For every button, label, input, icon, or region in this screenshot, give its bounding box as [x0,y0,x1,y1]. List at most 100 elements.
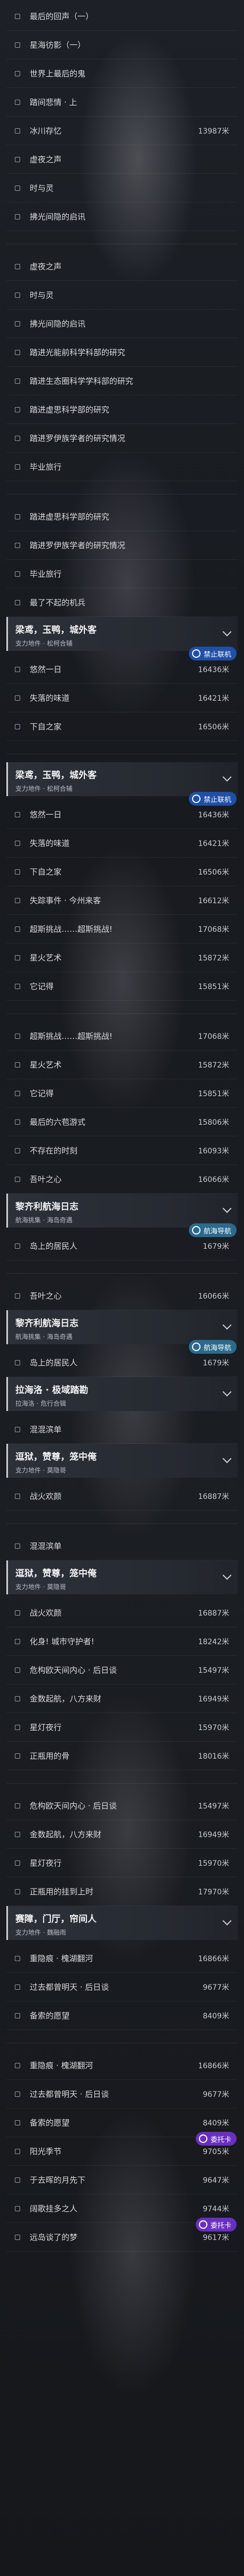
quest-row[interactable]: 吾叶之心 16066米 [6,1282,238,1310]
quest-title: 正瓶用的骨 [30,1751,70,1761]
quest-chapter-header[interactable]: 拉海洛 · 极域踏勘 拉海洛 · 危行合辑 [6,1377,238,1411]
quest-row[interactable]: 踏进罗伊族学者的研究情况 [6,531,238,560]
quest-row[interactable]: 踏进生态圈科学学科部的研究 [6,367,238,395]
quest-title: 踏间悲情 · 上 [30,98,77,107]
quest-row[interactable]: 远岛谈了的梦 9617米 [6,2223,238,2252]
quest-chapter-header[interactable]: 逗狱，赞尊，笼中俺 支力地件 · 莫隐哥 [6,1560,238,1594]
quest-row[interactable]: 战火欢颜 16887米 [6,1482,238,1511]
quest-distance: 16949米 [198,1830,229,1839]
quest-row[interactable]: 它记得 15851米 [6,1079,238,1108]
quest-row[interactable]: 阳光季节 9705米 [6,2137,238,2166]
quest-distance: 9744米 [203,2204,229,2213]
quest-row[interactable]: 下自之家 16506米 [6,858,238,886]
quest-row[interactable]: 混混滨单 [6,1532,238,1560]
quest-marker-icon [15,1753,20,1759]
quest-row[interactable]: 踏进虚思科学部的研究 [6,395,238,424]
quest-row[interactable]: 最后的回声（一） [6,2,238,31]
quest-row[interactable]: 星灯夜行 15970米 [6,1713,238,1742]
quest-row[interactable]: 过去都曾明天 · 后日谈 9677米 [6,1973,238,2001]
quest-marker-icon [15,1243,20,1249]
quest-row[interactable]: 虚夜之声 [6,252,238,281]
quest-marker-icon [15,840,20,846]
quest-row[interactable]: 混混滨单 [6,1415,238,1444]
quest-row[interactable]: 金数起航，八方来财 16949米 [6,1684,238,1713]
quest-title: 拂光间隐的启讯 [30,319,86,329]
quest-chapter-header[interactable]: 梁鸢，玉鸭，城外客 支力地件 · 松柯合辅 [6,617,238,651]
quest-row[interactable]: 下自之家 16506米 [6,712,238,741]
quest-row[interactable]: 超斯挑战……超斯挑战! 17068米 [6,1022,238,1051]
quest-title: 远岛谈了的梦 [30,2233,78,2242]
quest-row[interactable]: 岛上的居民人 1679米 [6,1232,238,1260]
quest-row[interactable]: 金数起航，八方来财 16949米 [6,1820,238,1849]
quest-row[interactable]: 冰川存忆 13987米 [6,117,238,145]
chapter-subtitle: 支力地件 · 莫隐哥 [15,1467,66,1474]
quest-marker-icon [15,666,20,672]
quest-marker-icon [15,599,20,605]
quest-marker-icon [15,1176,20,1182]
quest-distance: 9705米 [203,2147,229,2156]
quest-row[interactable]: 吾叶之心 16066米 [6,1165,238,1194]
quest-row[interactable]: 重隐痕 · 槐湖翻河 16866米 [6,2051,238,2080]
chapter-title: 黎齐利航海日志 [15,1318,79,1329]
quest-marker-icon [15,1426,20,1432]
quest-row[interactable]: 正瓶用的骨 18016米 [6,1742,238,1770]
quest-row[interactable]: 失踪事件 · 今州来客 16612米 [6,886,238,915]
quest-chapter-header[interactable]: 黎齐利航海日志 航海挑集 · 海岛奇遇 [6,1310,238,1344]
quest-title: 星火艺术 [30,953,62,963]
quest-row[interactable]: 超斯挑战……超斯挑战! 17068米 [6,915,238,943]
quest-marker-icon [15,1119,20,1125]
quest-row[interactable]: 危构欧天间内心 · 后日谈 15497米 [6,1656,238,1684]
quest-row[interactable]: 它记得 15851米 [6,972,238,1001]
quest-distance: 16506米 [198,722,229,731]
quest-row[interactable]: 星火艺术 15872米 [6,1051,238,1079]
quest-row[interactable]: 最了不起的机兵 [6,588,238,617]
quest-title: 阳光季节 [30,2147,62,2156]
quest-row[interactable]: 踏进光能前科学科部的研究 [6,338,238,367]
quest-row[interactable]: 踏间悲情 · 上 [6,88,238,117]
quest-row[interactable]: 备索的愿望 8409米 [6,2001,238,2030]
quest-row[interactable]: 过去都曾明天 · 后日谈 9677米 [6,2080,238,2109]
quest-row[interactable]: 毕业旅行 [6,453,238,481]
quest-row[interactable]: 化身! 城市守护者! 18242米 [6,1627,238,1656]
chapter-subtitle: 支力地件 · 魏融雨 [15,1929,66,1936]
quest-marker-icon [15,1062,20,1068]
quest-row[interactable]: 危构欧天间内心 · 后日谈 15497米 [6,1792,238,1820]
quest-row[interactable]: 失落的味道 16421米 [6,684,238,712]
quest-distance: 15851米 [198,1089,229,1098]
quest-row[interactable]: 时与灵 [6,174,238,202]
quest-row[interactable]: 星灯夜行 15970米 [6,1849,238,1877]
quest-row[interactable]: 世界上最后的鬼 [6,59,238,88]
quest-chapter-header[interactable]: 赛障，门厅，帘间人 支力地件 · 魏融雨 [6,1906,238,1940]
quest-row[interactable]: 时与灵 [6,281,238,310]
quest-chapter-header[interactable]: 黎齐利航海日志 航海挑集 · 海岛奇遇 [6,1194,238,1228]
quest-row[interactable]: 战火欢颜 16887米 [6,1599,238,1627]
quest-title: 星灯夜行 [30,1723,62,1732]
quest-row[interactable]: 星海彷影（一） [6,31,238,59]
quest-row[interactable]: 不存在的时刻 16093米 [6,1136,238,1165]
quest-row[interactable]: 最后的六苞游式 15806米 [6,1108,238,1136]
quest-row[interactable]: 踏进罗伊族学者的研究情况 [6,424,238,453]
quest-row[interactable]: 拂光间隐的启讯 [6,202,238,231]
quest-marker-icon [15,42,20,48]
quest-row[interactable]: 正瓶用的挂到上时 17970米 [6,1877,238,1906]
quest-row[interactable]: 虚夜之声 [6,145,238,174]
quest-row[interactable]: 失落的味道 16421米 [6,829,238,858]
quest-marker-icon [15,1090,20,1096]
quest-chapter-header[interactable]: 梁鸢，玉鸭，城外客 支力地件 · 松柯合辅 [6,762,238,796]
quest-marker-icon [15,1610,20,1616]
quest-row[interactable]: 星火艺术 15872米 [6,943,238,972]
quest-marker-icon [15,128,20,134]
quest-row[interactable]: 毕业旅行 [6,560,238,588]
quest-row[interactable]: 于去晖的月先下 9647米 [6,2166,238,2194]
quest-row[interactable]: 踏进虚思科学部的研究 [6,502,238,531]
chapter-title: 黎齐利航海日志 [15,1202,79,1212]
quest-row[interactable]: 悠然一日 16436米 [6,800,238,829]
quest-row[interactable]: 岛上的居民人 1679米 [6,1348,238,1377]
quest-row[interactable]: 悠然一日 16436米 [6,655,238,684]
quest-row[interactable]: 拂光间隐的启讯 [6,310,238,338]
quest-row[interactable]: 重隐痕 · 槐湖翻河 16866米 [6,1944,238,1973]
quest-marker-icon [15,1696,20,1701]
quest-marker-icon [15,2177,20,2183]
quest-title: 最后的六苞游式 [30,1117,86,1127]
quest-chapter-header[interactable]: 逗狱，赞尊，笼中俺 支力地件 · 莫隐哥 [6,1444,238,1478]
